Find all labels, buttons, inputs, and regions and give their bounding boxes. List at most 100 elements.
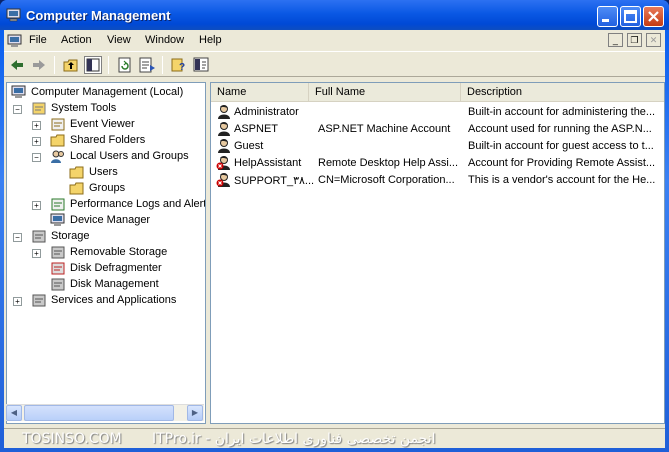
cell-name: ASPNET	[234, 123, 279, 135]
expand-icon[interactable]: +	[32, 137, 41, 146]
mmc-document-icon[interactable]	[7, 33, 23, 49]
services-icon	[32, 294, 46, 307]
shared-folder-icon	[50, 134, 65, 147]
tree-item[interactable]: Computer Management (Local)	[7, 85, 205, 101]
up-folder-icon[interactable]	[62, 56, 80, 74]
folder-icon	[69, 166, 84, 179]
column-header-full-name[interactable]: Full Name	[309, 83, 461, 101]
watermark-left: TOSINSO.COM	[22, 431, 122, 447]
collapse-icon[interactable]: −	[13, 233, 22, 242]
close-icon	[648, 11, 659, 22]
cell-description: Built-in account for guest access to t..…	[468, 140, 654, 152]
computer-management-icon	[6, 8, 21, 22]
svg-text:?: ?	[179, 62, 185, 73]
cell-full-name: ASP.NET Machine Account	[318, 123, 451, 135]
forward-icon[interactable]	[30, 56, 48, 74]
list-item[interactable]: Guest Built-in account for guest access t…	[211, 138, 664, 155]
expand-icon[interactable]: +	[32, 201, 41, 210]
tree-item[interactable]: Disk Management	[7, 277, 205, 293]
export-list-icon[interactable]	[138, 56, 156, 74]
client-area: File Action View Window Help _ ❐ ✕ ? Com…	[4, 30, 665, 448]
watermark-right: انجمن تخصصی فناوری اطلاعات ایران - ITPro…	[152, 431, 436, 447]
list-header: Name Full Name Description	[211, 83, 664, 102]
tree-item[interactable]: − System Tools	[7, 101, 205, 117]
back-icon[interactable]	[8, 56, 26, 74]
scroll-left-button[interactable]: ◀	[6, 405, 22, 421]
tree-item-label: Shared Folders	[70, 134, 146, 146]
scroll-thumb[interactable]	[24, 405, 174, 421]
scroll-right-button[interactable]: ▶	[187, 405, 203, 421]
tree-item[interactable]: + Services and Applications	[7, 293, 205, 309]
disk-icon	[51, 278, 65, 291]
tree-item[interactable]: Groups	[7, 181, 205, 197]
menu-help[interactable]: Help	[199, 34, 222, 46]
tree-item-label: Device Manager	[70, 214, 151, 226]
tree-item[interactable]: + Removable Storage	[7, 245, 205, 261]
defrag-icon	[51, 262, 65, 275]
tree-horizontal-scrollbar[interactable]: ◀ ▶	[6, 404, 204, 421]
toolbar-separator	[108, 56, 109, 74]
computer-icon	[11, 85, 26, 98]
tree-item[interactable]: Disk Defragmenter	[7, 261, 205, 277]
status-bar: TOSINSO.COM انجمن تخصصی فناوری اطلاعات ا…	[4, 428, 665, 448]
minimize-icon	[602, 19, 609, 22]
expand-icon[interactable]: +	[32, 121, 41, 130]
menu-window[interactable]: Window	[145, 34, 184, 46]
toolbar-separator	[162, 56, 163, 74]
tree-item[interactable]: Device Manager	[7, 213, 205, 229]
console-tree[interactable]: Computer Management (Local) − System Tools…	[6, 82, 206, 424]
column-header-name[interactable]: Name	[211, 83, 309, 101]
mdi-close-button[interactable]: ✕	[646, 33, 661, 47]
event-viewer-icon	[51, 118, 65, 131]
tree-item[interactable]: − Local Users and Groups	[7, 149, 205, 165]
watermark: TOSINSO.COM انجمن تخصصی فناوری اطلاعات ا…	[22, 431, 436, 447]
column-header-description[interactable]: Description	[461, 83, 664, 101]
disabled-user-icon	[216, 173, 230, 187]
collapse-icon[interactable]: −	[32, 153, 41, 162]
list-item[interactable]: SUPPORT_٣٨... CN=Microsoft Corporation...…	[211, 172, 664, 189]
performance-icon	[51, 198, 65, 211]
cell-description: Account for Providing Remote Assist...	[468, 157, 656, 169]
tree-item-label: Local Users and Groups	[70, 150, 189, 162]
mdi-minimize-button[interactable]: _	[607, 33, 623, 47]
show-hide-tree-button[interactable]	[84, 56, 102, 74]
minimize-button[interactable]	[597, 6, 618, 27]
cell-name: Administrator	[234, 106, 299, 118]
users-list-view[interactable]: Name Full Name Description Administrator…	[210, 82, 665, 424]
menu-view[interactable]: View	[107, 34, 131, 46]
title-bar[interactable]: Computer Management	[0, 0, 669, 30]
refresh-icon[interactable]	[116, 56, 134, 74]
tree-item[interactable]: Users	[7, 165, 205, 181]
tree-item-label: Computer Management (Local)	[31, 86, 184, 98]
cell-description: Account used for running the ASP.N...	[468, 123, 652, 135]
list-item[interactable]: Administrator Built-in account for admini…	[211, 104, 664, 121]
collapse-icon[interactable]: −	[13, 105, 22, 114]
expand-icon[interactable]: +	[32, 249, 41, 258]
tree-item[interactable]: + Shared Folders	[7, 133, 205, 149]
tree-item-label: Services and Applications	[51, 294, 177, 306]
mdi-restore-button[interactable]: ❐	[626, 33, 642, 47]
close-button[interactable]	[643, 6, 664, 27]
window-frame: Computer Management File Action View Win…	[0, 0, 669, 452]
list-item[interactable]: ASPNET ASP.NET Machine Account Account use…	[211, 121, 664, 138]
window: Computer Management File Action View Win…	[0, 0, 669, 452]
tree-item[interactable]: + Event Viewer	[7, 117, 205, 133]
expand-icon[interactable]: +	[13, 297, 22, 306]
tree-item[interactable]: + Performance Logs and Alerts	[7, 197, 205, 213]
menu-action[interactable]: Action	[61, 34, 92, 46]
window-title: Computer Management	[26, 8, 171, 23]
removable-storage-icon	[51, 246, 65, 259]
maximize-icon	[624, 10, 637, 23]
properties-icon[interactable]	[192, 56, 210, 74]
users-groups-icon	[51, 150, 64, 163]
folder-icon	[69, 182, 84, 195]
tools-icon	[32, 102, 46, 115]
menu-file[interactable]: File	[29, 34, 47, 46]
help-icon[interactable]: ?	[170, 56, 188, 74]
maximize-button[interactable]	[620, 6, 641, 27]
tree-item[interactable]: − Storage	[7, 229, 205, 245]
tree-item-label: Groups	[89, 182, 126, 194]
list-item[interactable]: HelpAssistant Remote Desktop Help Assi...…	[211, 155, 664, 172]
cell-full-name: Remote Desktop Help Assi...	[318, 157, 459, 169]
tree-item-label: Disk Management	[70, 278, 159, 290]
